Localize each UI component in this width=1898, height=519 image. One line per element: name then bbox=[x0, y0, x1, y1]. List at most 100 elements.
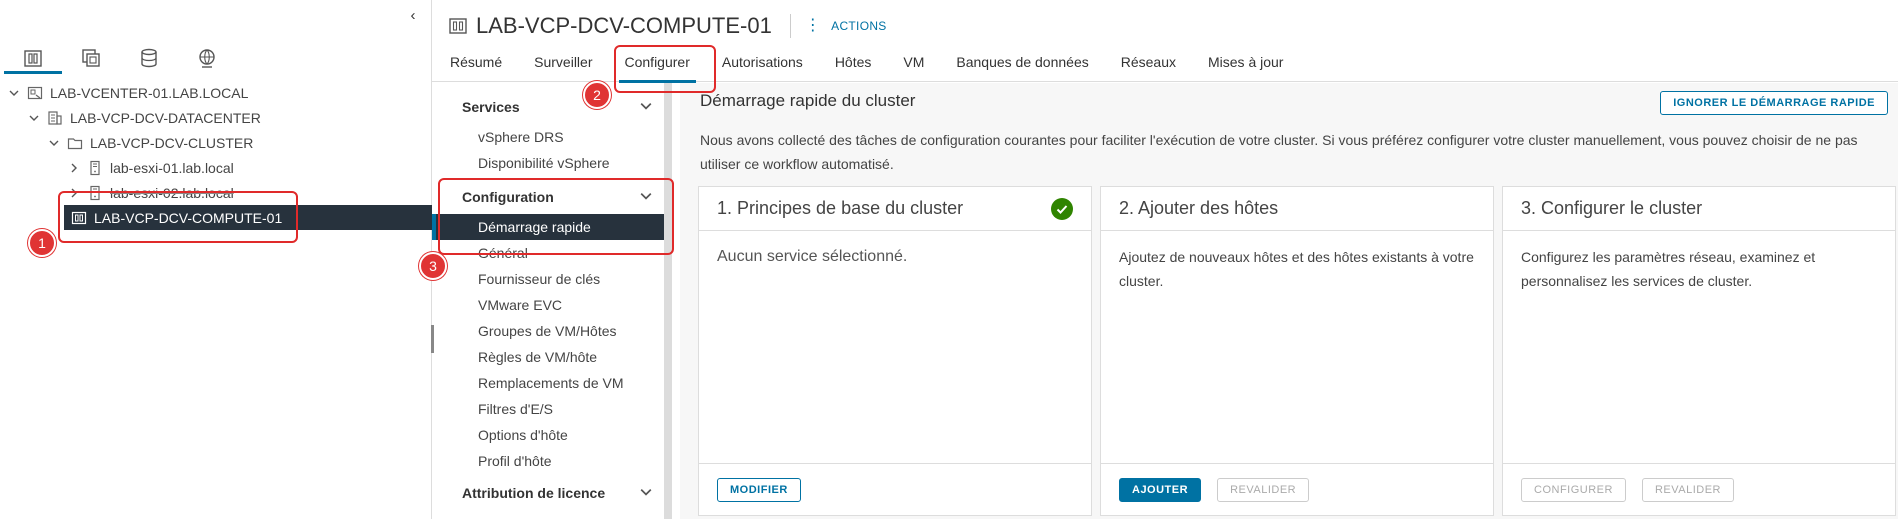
check-circle-icon bbox=[1051, 197, 1073, 220]
section-title: Configuration bbox=[462, 189, 554, 205]
tab-hotes[interactable]: Hôtes bbox=[817, 50, 886, 82]
tree-item-label: lab-esxi-01.lab.local bbox=[110, 159, 234, 176]
card-title-text: 1. Principes de base du cluster bbox=[717, 198, 964, 218]
tree-item-host-01[interactable]: lab-esxi-01.lab.local bbox=[0, 155, 432, 180]
subnav-item-options-hote[interactable]: Options d'hôte bbox=[432, 422, 664, 448]
tree-item-label: LAB-VCP-DCV-CLUSTER bbox=[90, 134, 254, 151]
card-footer: AJOUTER REVALIDER bbox=[1101, 463, 1493, 515]
tab-surveiller[interactable]: Surveiller bbox=[516, 50, 606, 82]
quickstart-description: Nous avons collecté des tâches de config… bbox=[700, 132, 1858, 172]
storage-icon[interactable] bbox=[120, 44, 178, 74]
vms-templates-icon[interactable] bbox=[62, 44, 120, 74]
tree-item-vcenter[interactable]: LAB-VCENTER-01.LAB.LOCAL bbox=[0, 80, 432, 105]
annotation-marker-1: 1 bbox=[28, 229, 56, 257]
subnav-section-services[interactable]: Services bbox=[432, 90, 664, 124]
vcenter-icon bbox=[26, 84, 44, 102]
host-icon bbox=[86, 184, 104, 202]
tab-mises-a-jour[interactable]: Mises à jour bbox=[1190, 50, 1297, 82]
ignore-quickstart-button[interactable]: IGNORER LE DÉMARRAGE RAPIDE bbox=[1660, 91, 1888, 115]
tab-reseaux[interactable]: Réseaux bbox=[1103, 50, 1190, 82]
chevron-right-icon[interactable] bbox=[66, 160, 82, 176]
object-title-bar: LAB-VCP-DCV-COMPUTE-01 ⋮ ACTIONS bbox=[448, 12, 887, 40]
card-title: 2. Ajouter des hôtes bbox=[1101, 187, 1493, 231]
card-title-text: 3. Configurer le cluster bbox=[1521, 198, 1703, 218]
cluster-icon bbox=[449, 18, 467, 34]
tab-resume[interactable]: Résumé bbox=[432, 50, 516, 82]
inventory-tree: LAB-VCENTER-01.LAB.LOCAL LAB-VCP-DCV-DAT… bbox=[0, 80, 432, 230]
tree-item-label: lab-esxi-02.lab.local bbox=[110, 184, 234, 201]
section-title: Attribution de licence bbox=[462, 485, 606, 501]
chevron-down-icon[interactable] bbox=[6, 85, 22, 101]
subnav-item-fournisseur-cles[interactable]: Fournisseur de clés bbox=[432, 266, 664, 292]
ajouter-button[interactable]: AJOUTER bbox=[1119, 477, 1202, 502]
card-configure-cluster: 3. Configurer le cluster Configurez les … bbox=[1502, 186, 1896, 516]
quickstart-panel: Démarrage rapide du cluster IGNORER LE D… bbox=[680, 83, 1898, 519]
modifier-button[interactable]: MODIFIER bbox=[717, 477, 801, 502]
subnav-section-licence[interactable]: Attribution de licence bbox=[432, 476, 664, 510]
tree-item-label: LAB-VCENTER-01.LAB.LOCAL bbox=[50, 84, 249, 101]
networking-icon[interactable] bbox=[178, 44, 236, 74]
chevron-down-icon bbox=[640, 486, 652, 501]
annotation-marker-2: 2 bbox=[583, 81, 611, 109]
tree-item-host-02[interactable]: lab-esxi-02.lab.local bbox=[0, 180, 432, 205]
hosts-clusters-icon[interactable] bbox=[4, 44, 62, 74]
subnav-item-vsphere-drs[interactable]: vSphere DRS bbox=[432, 124, 664, 150]
card-footer: CONFIGURER REVALIDER bbox=[1503, 463, 1895, 515]
annotation-marker-3: 3 bbox=[419, 252, 447, 280]
subnav-item-disponibilite[interactable]: Disponibilité vSphere bbox=[432, 150, 664, 176]
subnav-item-remplacements-vm[interactable]: Remplacements de VM bbox=[432, 370, 664, 396]
inventory-navigator: ‹ LAB-VCENTER-01.LAB.LOCAL LAB-VCP-DCV-D… bbox=[0, 0, 432, 519]
quickstart-cards: 1. Principes de base du cluster Aucun se… bbox=[698, 186, 1896, 516]
subnav-item-regles-vm-hote[interactable]: Règles de VM/hôte bbox=[432, 344, 664, 370]
revalider-button[interactable]: REVALIDER bbox=[1217, 477, 1310, 502]
chevron-down-icon[interactable] bbox=[26, 110, 42, 126]
folder-icon bbox=[66, 134, 84, 152]
card-cluster-basics: 1. Principes de base du cluster Aucun se… bbox=[698, 186, 1092, 516]
configure-subnav: Services vSphere DRS Disponibilité vSphe… bbox=[432, 83, 672, 519]
card-body: Configurez les paramètres réseau, examin… bbox=[1521, 249, 1816, 289]
tab-vm[interactable]: VM bbox=[885, 50, 938, 82]
card-title: 1. Principes de base du cluster bbox=[699, 187, 1091, 231]
pane-resize-handle[interactable] bbox=[431, 325, 434, 353]
page-title: LAB-VCP-DCV-COMPUTE-01 bbox=[476, 13, 772, 38]
chevron-down-icon bbox=[640, 100, 652, 115]
tab-autorisations[interactable]: Autorisations bbox=[704, 50, 817, 82]
object-tabs: Résumé Surveiller Configurer Autorisatio… bbox=[432, 50, 1898, 83]
chevron-down-icon[interactable] bbox=[46, 135, 62, 151]
subnav-item-vmware-evc[interactable]: VMware EVC bbox=[432, 292, 664, 318]
card-footer: MODIFIER bbox=[699, 463, 1091, 515]
chevron-down-icon bbox=[640, 190, 652, 205]
configurer-button[interactable]: CONFIGURER bbox=[1521, 477, 1626, 502]
card-body: Ajoutez de nouveaux hôtes et des hôtes e… bbox=[1119, 249, 1474, 289]
object-header: LAB-VCP-DCV-COMPUTE-01 ⋮ ACTIONS Résumé … bbox=[432, 0, 1898, 83]
title-divider bbox=[789, 14, 791, 38]
tree-item-cluster[interactable]: LAB-VCP-DCV-CLUSTER bbox=[0, 130, 432, 155]
subnav-item-groupes-vm-hotes[interactable]: Groupes de VM/Hôtes bbox=[432, 318, 664, 344]
subnav-item-profil-hote[interactable]: Profil d'hôte bbox=[432, 448, 664, 474]
cluster-icon bbox=[70, 209, 88, 227]
chevron-right-icon[interactable] bbox=[66, 185, 82, 201]
tree-item-compute-cluster[interactable]: LAB-VCP-DCV-COMPUTE-01 bbox=[64, 205, 432, 230]
subnav-item-filtres-es[interactable]: Filtres d'E/S bbox=[432, 396, 664, 422]
host-icon bbox=[86, 159, 104, 177]
datacenter-icon bbox=[46, 109, 64, 127]
tree-item-label: LAB-VCP-DCV-COMPUTE-01 bbox=[94, 209, 283, 226]
tab-banques-de-donnees[interactable]: Banques de données bbox=[938, 50, 1102, 82]
subnav-item-general[interactable]: Général bbox=[432, 240, 664, 266]
navigator-view-tabs bbox=[4, 44, 236, 74]
card-add-hosts: 2. Ajouter des hôtes Ajoutez de nouveaux… bbox=[1100, 186, 1494, 516]
collapse-navigator-button[interactable]: ‹ bbox=[403, 6, 423, 26]
tree-item-datacenter[interactable]: LAB-VCP-DCV-DATACENTER bbox=[0, 105, 432, 130]
quickstart-title: Démarrage rapide du cluster bbox=[700, 91, 916, 110]
actions-menu-button[interactable]: ⋮ ACTIONS bbox=[805, 18, 887, 34]
actions-label: ACTIONS bbox=[831, 19, 887, 33]
card-body: Aucun service sélectionné. bbox=[717, 248, 908, 265]
more-vertical-icon: ⋮ bbox=[804, 17, 822, 34]
card-title: 3. Configurer le cluster bbox=[1503, 187, 1895, 231]
revalider-button[interactable]: REVALIDER bbox=[1641, 477, 1734, 502]
section-title: Services bbox=[462, 99, 520, 115]
subnav-section-configuration[interactable]: Configuration bbox=[432, 180, 664, 214]
card-title-text: 2. Ajouter des hôtes bbox=[1119, 198, 1279, 218]
tab-configurer[interactable]: Configurer bbox=[607, 50, 704, 83]
subnav-item-demarrage-rapide[interactable]: Démarrage rapide bbox=[432, 214, 664, 240]
